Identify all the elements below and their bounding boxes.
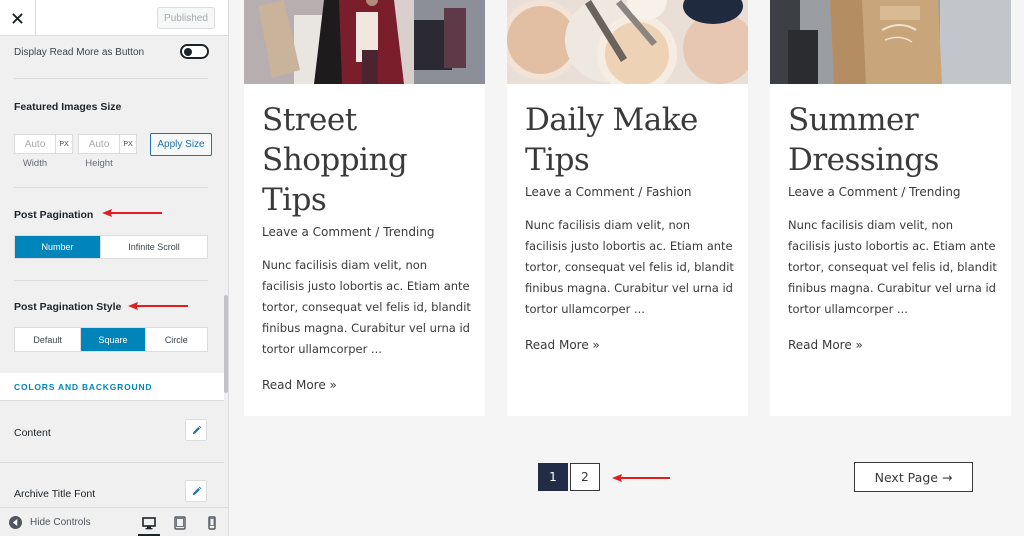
sidebar-header: Published (0, 0, 228, 36)
sidebar-scrollbar[interactable] (224, 295, 228, 393)
post-excerpt: Nunc facilisis diam velit, non facilisis… (262, 258, 471, 356)
height-caption: Height (85, 158, 113, 169)
hide-controls-button[interactable] (9, 516, 22, 529)
divider (14, 78, 208, 79)
pagination-infinite-scroll-option[interactable]: Infinite Scroll (101, 236, 207, 258)
content-label: Content (14, 427, 51, 439)
width-caption: Width (22, 158, 48, 169)
archive-title-font-label: Archive Title Font (14, 488, 96, 500)
makeup-photo (507, 0, 748, 84)
mobile-preview-button[interactable] (204, 515, 220, 531)
post-title[interactable]: Daily Make Tips (525, 100, 735, 180)
read-more-link[interactable]: Read More » (788, 338, 863, 352)
colors-and-background-section[interactable]: COLORS AND BACKGROUND (0, 373, 224, 401)
pagination-page-current[interactable]: 1 (538, 463, 568, 491)
arrow-left-circle-icon (12, 519, 18, 526)
image-height-input[interactable]: Auto (78, 134, 120, 154)
post-body: Summer Dressings Leave a Comment / Trend… (788, 100, 998, 354)
tablet-preview-button[interactable] (172, 515, 188, 531)
featured-image[interactable] (507, 0, 748, 84)
desktop-icon (142, 517, 156, 530)
next-page-button[interactable]: Next Page → (854, 462, 973, 492)
site-preview: Street Shopping Tips Leave a Comment / T… (229, 0, 1024, 536)
shopping-photo (244, 0, 485, 84)
divider (14, 187, 208, 188)
featured-image[interactable] (244, 0, 485, 84)
read-more-link[interactable]: Read More » (262, 378, 337, 392)
pagination-page[interactable]: 2 (570, 463, 600, 491)
post-pagination-style-segmented: Default Square Circle (14, 327, 208, 352)
post-meta[interactable]: Leave a Comment / Trending (788, 184, 998, 201)
divider (14, 280, 208, 281)
read-more-link[interactable]: Read More » (525, 338, 600, 352)
content-edit-button[interactable] (185, 419, 207, 441)
mobile-icon (208, 516, 216, 530)
featured-images-size-title: Featured Images Size (14, 101, 122, 113)
sidebar-footer: Hide Controls (0, 507, 228, 536)
post-excerpt: Nunc facilisis diam velit, non facilisis… (788, 218, 997, 316)
customizer-sidebar: Published Display Read More as Button Fe… (0, 0, 229, 536)
post-card: Daily Make Tips Leave a Comment / Fashio… (507, 0, 748, 416)
post-title[interactable]: Street Shopping Tips (262, 100, 472, 220)
post-excerpt: Nunc facilisis diam velit, non facilisis… (525, 218, 734, 316)
colors-section-title: COLORS AND BACKGROUND (14, 382, 153, 392)
close-button[interactable] (0, 0, 36, 36)
annotation-arrow-icon (102, 209, 162, 217)
width-unit-label: PX (56, 134, 73, 154)
post-card: Street Shopping Tips Leave a Comment / T… (244, 0, 485, 416)
apply-size-button[interactable]: Apply Size (150, 133, 212, 156)
height-unit-label: PX (120, 134, 137, 154)
post-pagination-style-title: Post Pagination Style (14, 301, 122, 313)
post-pagination-segmented: Number Infinite Scroll (14, 235, 208, 259)
post-body: Street Shopping Tips Leave a Comment / T… (262, 100, 472, 394)
read-more-button-toggle[interactable] (180, 44, 209, 59)
image-width-input[interactable]: Auto (14, 134, 56, 154)
divider (0, 462, 224, 463)
post-meta[interactable]: Leave a Comment / Fashion (525, 184, 735, 201)
post-meta[interactable]: Leave a Comment / Trending (262, 224, 472, 241)
pencil-icon (192, 486, 201, 495)
pencil-icon (192, 425, 201, 434)
paper-bag-photo (770, 0, 1011, 84)
read-more-button-label: Display Read More as Button (14, 47, 145, 58)
post-pagination-title: Post Pagination (14, 209, 94, 221)
annotation-arrow-icon (612, 474, 670, 482)
archive-title-font-edit-button[interactable] (185, 480, 207, 502)
style-circle-option[interactable]: Circle (146, 328, 207, 351)
post-title[interactable]: Summer Dressings (788, 100, 998, 180)
post-card: Summer Dressings Leave a Comment / Trend… (770, 0, 1011, 416)
published-button[interactable]: Published (157, 7, 215, 29)
style-square-option[interactable]: Square (81, 328, 146, 351)
hide-controls-label[interactable]: Hide Controls (30, 517, 91, 528)
desktop-preview-button[interactable] (141, 515, 157, 531)
toggle-knob (184, 47, 192, 56)
featured-image[interactable] (770, 0, 1011, 84)
close-icon (12, 12, 23, 24)
style-default-option[interactable]: Default (15, 328, 82, 351)
pagination-number-option[interactable]: Number (15, 236, 102, 258)
annotation-arrow-icon (128, 302, 188, 310)
post-body: Daily Make Tips Leave a Comment / Fashio… (525, 100, 735, 354)
tablet-icon (174, 516, 186, 530)
